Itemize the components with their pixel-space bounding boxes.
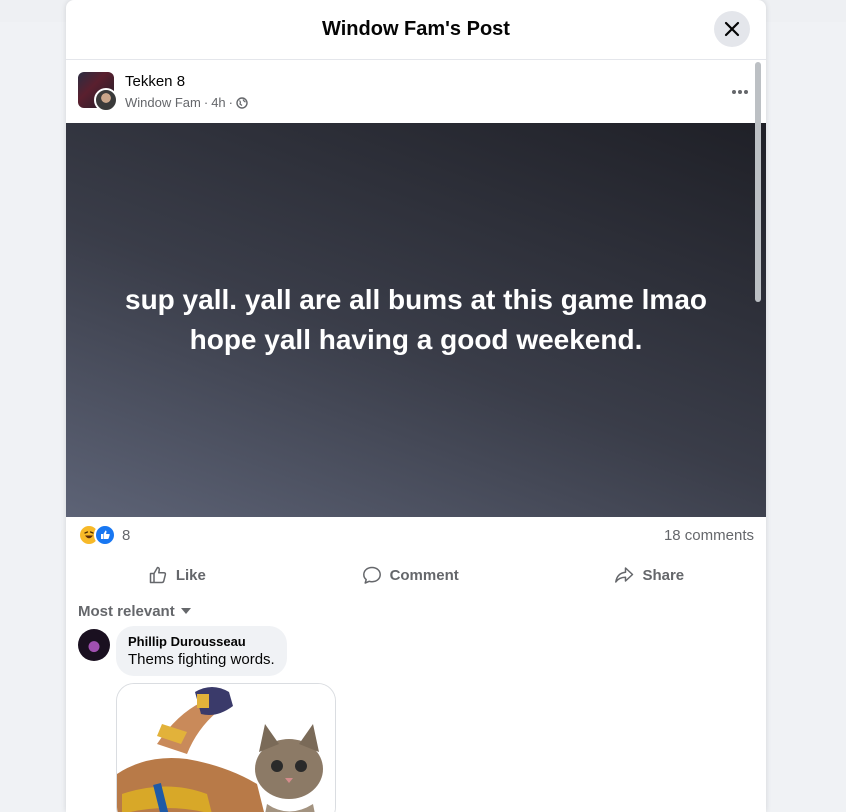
commenter-avatar[interactable]: [78, 629, 110, 661]
reactions-row: 8 18 comments: [66, 517, 766, 553]
post-header: Tekken 8 Window Fam · 4h ·: [66, 60, 766, 123]
comment-text: Thems fighting words.: [128, 651, 275, 668]
caret-down-icon: [180, 608, 191, 614]
close-button[interactable]: [714, 11, 750, 47]
more-icon: [732, 90, 748, 94]
comment-bubble: Phillip Durousseau Thems fighting words.: [116, 626, 287, 676]
meta-separator: ·: [203, 95, 209, 110]
post-text: sup yall. yall are all bums at this game…: [125, 284, 707, 355]
comment-label: Comment: [389, 566, 459, 584]
post-actions: Like Comment Share: [66, 553, 766, 597]
more-options-button[interactable]: [728, 80, 752, 104]
post-meta: Window Fam · 4h ·: [125, 95, 248, 110]
close-icon: [724, 21, 740, 37]
share-icon: [615, 567, 634, 583]
fighter-cat-sticker-image: [117, 684, 335, 812]
comment-image[interactable]: [116, 683, 336, 812]
scrollbar-thumb[interactable]: [755, 62, 761, 302]
reaction-count: 8: [122, 526, 131, 544]
comment-item: Phillip Durousseau Thems fighting words.: [66, 625, 766, 812]
share-label: Share: [642, 566, 685, 584]
globe-icon[interactable]: [236, 96, 248, 109]
thumbs-up-icon: [149, 566, 166, 584]
group-name-link[interactable]: Tekken 8: [125, 73, 185, 90]
sort-label: Most relevant: [78, 602, 175, 620]
modal-title: Window Fam's Post: [322, 18, 510, 40]
like-button[interactable]: Like: [118, 559, 236, 591]
author-avatar[interactable]: [94, 88, 118, 112]
post-time-link[interactable]: 4h: [211, 95, 225, 110]
modal-header: Window Fam's Post: [66, 0, 766, 60]
meta-separator: ·: [228, 95, 234, 110]
post-text-card[interactable]: sup yall. yall are all bums at this game…: [66, 123, 766, 517]
comment-icon: [362, 566, 381, 584]
comments-count-link[interactable]: 18 comments: [664, 527, 754, 544]
post-scroll-area[interactable]: Tekken 8 Window Fam · 4h · sup yall. yal…: [66, 60, 766, 812]
comment-author-link[interactable]: Phillip Durousseau: [128, 634, 275, 649]
comment-sort-dropdown[interactable]: Most relevant: [66, 597, 766, 625]
post-avatars[interactable]: [78, 72, 118, 112]
like-reaction-icon: [94, 524, 116, 546]
post-modal: Window Fam's Post Tekken 8 Window Fam · …: [66, 0, 766, 812]
share-button[interactable]: Share: [584, 559, 714, 591]
reactions-summary[interactable]: 8: [78, 524, 130, 546]
author-name-link[interactable]: Window Fam: [125, 95, 201, 110]
comment-button[interactable]: Comment: [332, 559, 489, 591]
like-label: Like: [175, 566, 206, 584]
